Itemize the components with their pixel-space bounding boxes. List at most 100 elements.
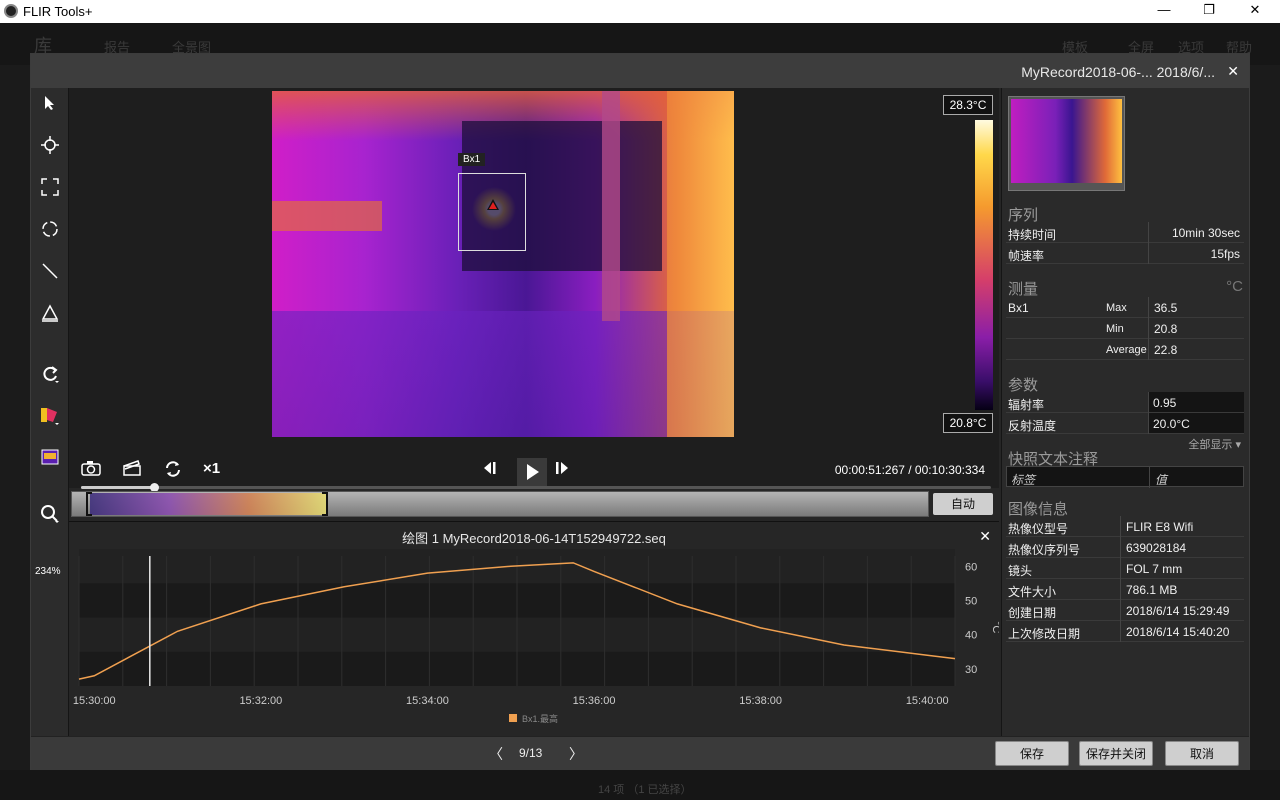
info-row: 热像仪型号 FLIR E8 Wifi <box>1006 516 1244 537</box>
row-value: 10min 30sec <box>1171 226 1240 240</box>
delta-tool-icon[interactable] <box>37 304 63 330</box>
info-row: 创建日期 2018/6/14 15:29:49 <box>1006 600 1244 621</box>
line-tool-icon[interactable] <box>37 262 63 288</box>
measurement-unit: °C <box>1226 278 1243 295</box>
row-value: 639028184 <box>1126 541 1187 555</box>
y-tick-label: 50 <box>965 595 977 607</box>
row-key: Max <box>1106 302 1127 314</box>
note-value-input[interactable]: 值 <box>1155 471 1167 488</box>
temperature-plot[interactable]: 60 50 40 30 °C 15:30:00 15:32:00 15:34:00 15:36:… <box>69 544 999 736</box>
snapshot-camera-icon[interactable] <box>81 460 101 481</box>
zoom-tool-icon[interactable] <box>37 504 63 530</box>
row-value: 2018/6/14 15:40:20 <box>1126 625 1230 639</box>
level-span-histogram[interactable] <box>71 491 929 517</box>
row-key: 创建日期 <box>1008 606 1057 620</box>
image-thumbnail[interactable] <box>1008 96 1125 191</box>
image-pager: 9/13 <box>519 746 543 760</box>
row-value: FLIR E8 Wifi <box>1126 520 1194 534</box>
app-logo-icon <box>4 4 18 18</box>
prev-image-button[interactable]: 〈 <box>489 744 503 764</box>
row-key: 反射温度 <box>1008 419 1057 433</box>
info-sidebar: 序列 持续时间 10min 30sec 帧速率 15fps 测量 °C Bx1 … <box>1001 88 1249 736</box>
thermal-image[interactable]: Bx1 <box>272 91 734 437</box>
row-value: 22.8 <box>1154 343 1178 357</box>
image-mode-icon[interactable] <box>37 448 63 474</box>
legend-swatch <box>509 714 517 722</box>
row-key: 帧速率 <box>1008 249 1045 263</box>
row-key: 热像仪型号 <box>1008 522 1069 536</box>
x-tick-label: 15:34:00 <box>406 695 449 707</box>
plot-close-button[interactable]: ✕ <box>979 528 991 545</box>
info-row: 上次修改日期 2018/6/14 15:40:20 <box>1006 621 1244 642</box>
x-tick-label: 15:32:00 <box>239 695 282 707</box>
level-max-handle[interactable] <box>322 492 328 516</box>
temperature-colorbar <box>975 120 993 410</box>
row-key: Average <box>1106 344 1147 356</box>
spot-tool-icon[interactable] <box>37 136 63 162</box>
clip-clapper-icon[interactable] <box>123 460 141 481</box>
row-key: 辐射率 <box>1008 398 1045 412</box>
maximize-button[interactable]: ❐ <box>1194 2 1224 20</box>
x-tick-label: 15:36:00 <box>573 695 616 707</box>
save-button[interactable]: 保存 <box>995 741 1069 766</box>
save-and-close-button[interactable]: 保存并关闭 <box>1079 741 1153 766</box>
cancel-button[interactable]: 取消 <box>1165 741 1239 766</box>
show-all-link[interactable]: 全部显示 ▾ <box>1188 436 1241 452</box>
reflected-temp-input[interactable]: 20.0°C <box>1149 413 1244 433</box>
row-key: 上次修改日期 <box>1008 627 1081 641</box>
background-statusbar: 14 项 （1 已选择） <box>0 770 1280 800</box>
plot-panel: 绘图 1 MyRecord2018-06-14T152949722.seq ✕ … <box>69 521 999 735</box>
row-value: 20.8 <box>1154 322 1178 336</box>
dialog-footer: 〈 9/13 〉 保存 保存并关闭 取消 <box>31 736 1249 770</box>
next-image-button[interactable]: 〉 <box>569 744 583 764</box>
box-measurement-bx1[interactable] <box>458 173 526 251</box>
playback-speed[interactable]: ×1 <box>203 460 220 477</box>
y-tick-label: 40 <box>965 630 977 642</box>
palette-tool-icon[interactable] <box>37 406 63 432</box>
row-key: Min <box>1106 323 1124 335</box>
param-row-emissivity: 辐射率 0.95 <box>1006 392 1244 413</box>
row-value: 2018/6/14 15:29:49 <box>1126 604 1230 618</box>
sequence-row: 持续时间 10min 30sec <box>1006 222 1244 243</box>
loop-icon[interactable] <box>163 460 183 483</box>
row-value: FOL 7 mm <box>1126 562 1183 576</box>
y-tick-label: 30 <box>965 664 977 676</box>
playback-time: 00:00:51:267 / 00:10:30:334 <box>834 463 985 477</box>
dialog-header: MyRecord2018-06-... 2018/6/... ✕ <box>31 54 1249 88</box>
step-back-icon[interactable] <box>481 460 499 481</box>
snapshot-note-row: 标签 值 <box>1006 466 1244 488</box>
note-label-input[interactable]: 标签 <box>1011 471 1035 488</box>
level-min-handle[interactable] <box>86 492 92 516</box>
scale-min-input[interactable]: 20.8°C <box>943 413 993 433</box>
scale-max-input[interactable]: 28.3°C <box>943 95 993 115</box>
measurement-row-average: Average 22.8 <box>1006 339 1244 360</box>
measurement-section-title: 测量 <box>1008 281 1039 298</box>
tool-palette: 234% <box>31 88 69 736</box>
x-tick-label: 15:38:00 <box>739 695 782 707</box>
close-window-button[interactable]: ✕ <box>1240 2 1270 20</box>
auto-adjust-button[interactable]: 自动 <box>933 493 993 515</box>
play-button[interactable] <box>517 458 547 486</box>
row-key: 文件大小 <box>1008 585 1057 599</box>
box-tool-icon[interactable] <box>37 178 63 204</box>
select-tool-icon[interactable] <box>37 94 63 120</box>
legend-label: Bx1.最高 <box>522 713 558 724</box>
sequence-row: 帧速率 15fps <box>1006 243 1244 264</box>
dialog-title: MyRecord2018-06-... 2018/6/... <box>1021 64 1215 80</box>
x-tick-label: 15:30:00 <box>73 695 116 707</box>
rotate-tool-icon[interactable] <box>37 364 63 390</box>
dialog-close-button[interactable]: ✕ <box>1227 63 1239 80</box>
max-temp-marker-inner-icon <box>489 202 497 209</box>
row-key: 热像仪序列号 <box>1008 543 1081 557</box>
info-row: 镜头 FOL 7 mm <box>1006 558 1244 579</box>
minimize-button[interactable]: — <box>1149 2 1179 20</box>
level-span-range[interactable] <box>90 493 328 515</box>
info-row: 文件大小 786.1 MB <box>1006 579 1244 600</box>
row-value: 786.1 MB <box>1126 583 1178 597</box>
step-forward-icon[interactable] <box>553 460 571 481</box>
measurement-name: Bx1 <box>1008 301 1029 315</box>
row-key: 镜头 <box>1008 564 1033 578</box>
circle-tool-icon[interactable] <box>37 220 63 246</box>
emissivity-input[interactable]: 0.95 <box>1149 392 1244 412</box>
thermal-viewer: Bx1 28.3°C 20.8°C <box>69 88 999 492</box>
